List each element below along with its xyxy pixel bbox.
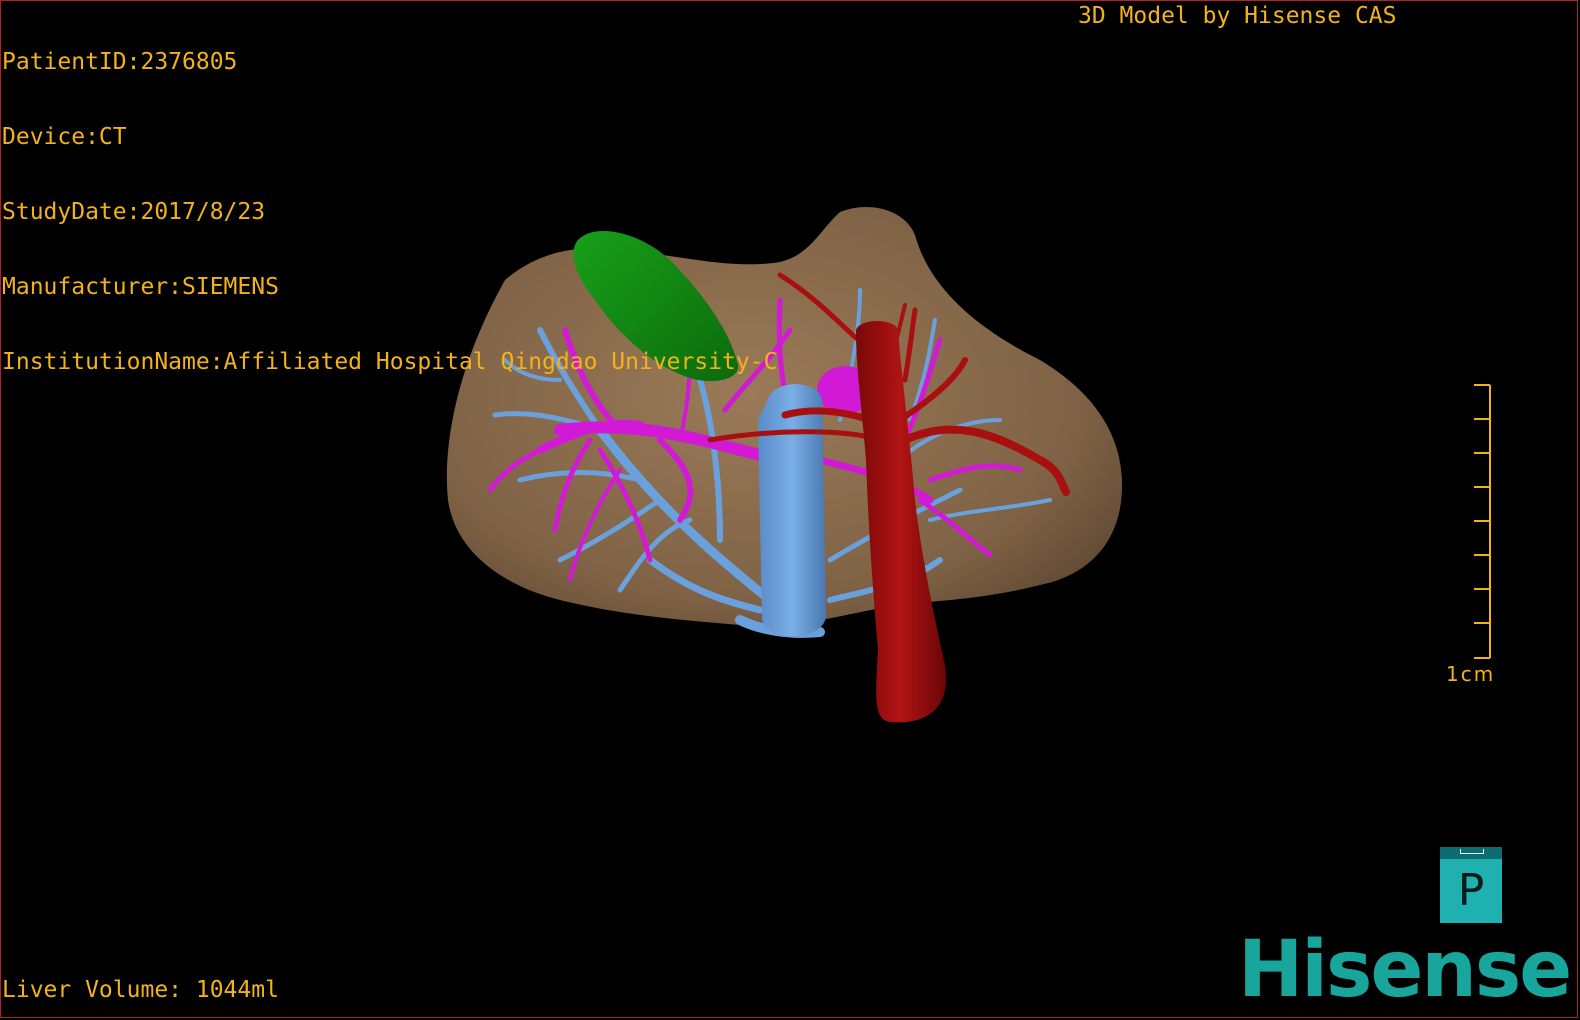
manufacturer-text: Manufacturer:SIEMENS <box>2 274 279 300</box>
inferior-vena-cava <box>758 384 826 637</box>
p-button-label: P <box>1457 865 1485 916</box>
study-date-text: StudyDate:2017/8/23 <box>2 199 266 225</box>
view-mode-p-button[interactable]: P <box>1440 847 1502 923</box>
patient-id-text: PatientID:2376805 <box>2 49 238 75</box>
institution-text: InstitutionName:Affiliated Hospital Qing… <box>2 349 778 375</box>
dicom-info-overlay: PatientID:2376805 Device:CT StudyDate:20… <box>2 0 777 400</box>
scale-bar <box>1474 384 1491 659</box>
device-text: Device:CT <box>2 124 127 150</box>
liver-volume-text: Liver Volume: 1044ml <box>2 977 279 1003</box>
hisense-logo: Hisense <box>1238 925 1572 1015</box>
model-credit-text: 3D Model by Hisense CAS <box>1078 3 1397 29</box>
p-button-header <box>1440 847 1502 859</box>
scale-label: 1cm <box>1446 662 1496 686</box>
